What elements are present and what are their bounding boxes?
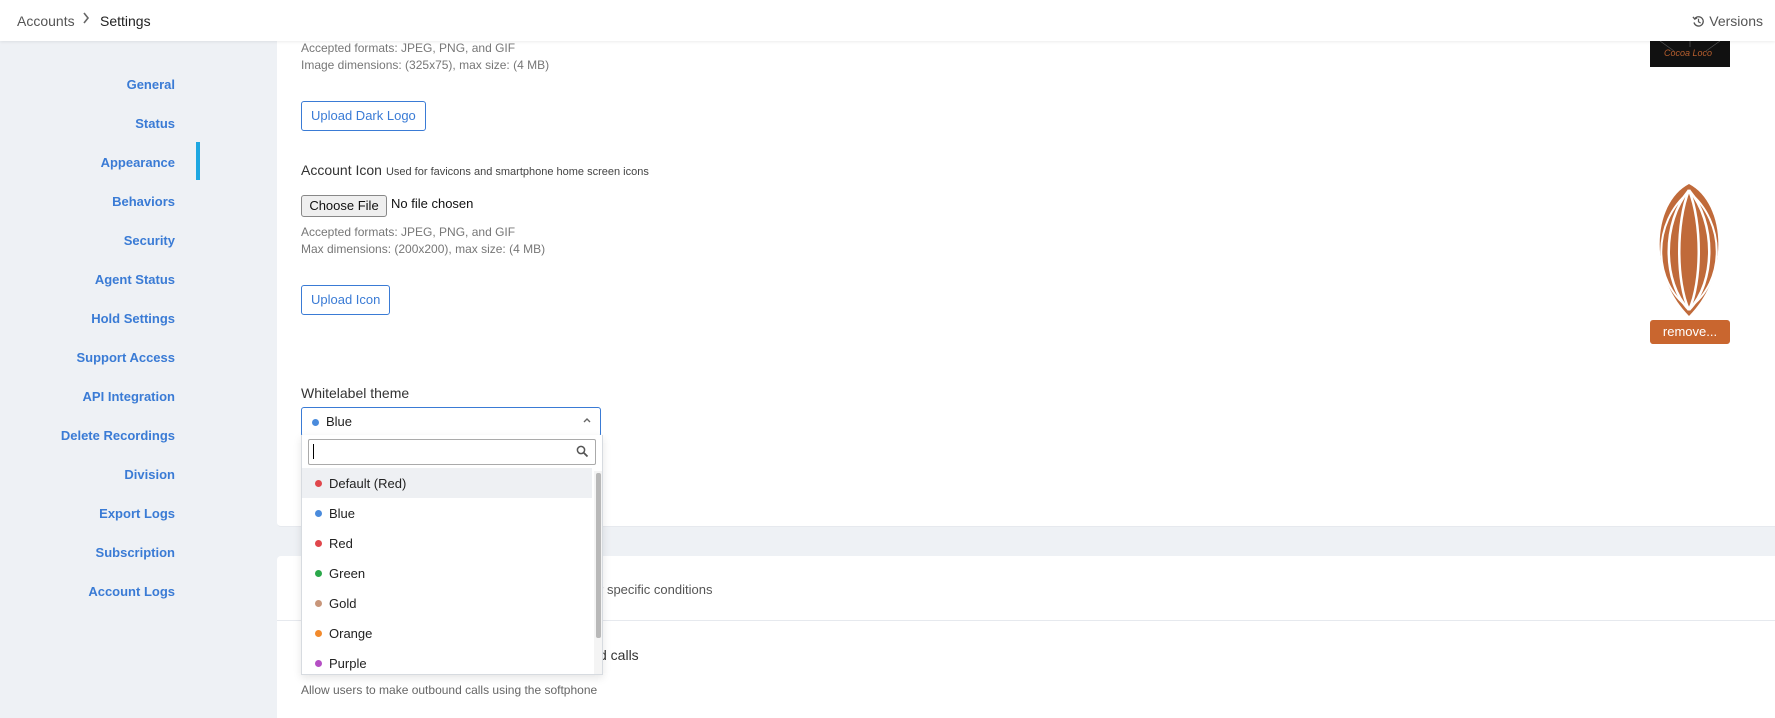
top-bar: Accounts Settings Versions bbox=[0, 0, 1775, 41]
versions-link[interactable]: Versions bbox=[1692, 13, 1763, 29]
search-icon bbox=[576, 445, 589, 463]
icon-dimensions: Max dimensions: (200x200), max size: (4 … bbox=[301, 242, 546, 256]
theme-option-gold[interactable]: Gold bbox=[302, 588, 592, 618]
sidebar-item-security[interactable]: Security bbox=[124, 233, 175, 248]
sidebar-item-support-access[interactable]: Support Access bbox=[77, 350, 176, 365]
breadcrumb-settings: Settings bbox=[100, 13, 151, 29]
active-indicator bbox=[196, 142, 200, 180]
sidebar-item-hold-settings[interactable]: Hold Settings bbox=[91, 311, 175, 326]
cocoa-pod-icon bbox=[1659, 184, 1719, 316]
option-label: Gold bbox=[329, 596, 357, 611]
orange-dot bbox=[315, 630, 322, 637]
dark-logo-formats: Accepted formats: JPEG, PNG, and GIF bbox=[301, 41, 516, 55]
upload-icon-button[interactable]: Upload Icon bbox=[301, 285, 391, 315]
dark-logo-text: Cocoa Loco bbox=[1664, 48, 1713, 58]
whitelabel-theme-select[interactable]: Blue bbox=[301, 407, 601, 437]
theme-dropdown: Default (Red) Blue Red Green Gold Orange… bbox=[301, 435, 603, 675]
option-label: Green bbox=[329, 566, 366, 581]
red-dot bbox=[315, 540, 322, 547]
outbound-calls-description: Allow users to make outbound calls using… bbox=[301, 683, 598, 697]
whitelabel-theme-label: Whitelabel theme bbox=[301, 385, 410, 401]
theme-option-default-red[interactable]: Default (Red) bbox=[302, 468, 592, 498]
breadcrumb-chevron-icon bbox=[82, 12, 90, 27]
sidebar-item-division[interactable]: Division bbox=[124, 467, 175, 482]
selected-theme-value: Blue bbox=[326, 414, 353, 429]
theme-option-red[interactable]: Red bbox=[302, 528, 592, 558]
settings-sidebar: General Status Appearance Behaviors Secu… bbox=[0, 41, 200, 718]
choose-file-button[interactable]: Choose File bbox=[301, 195, 387, 217]
selected-color-dot bbox=[312, 419, 319, 426]
sidebar-item-api-integration[interactable]: API Integration bbox=[83, 389, 175, 404]
sidebar-item-behaviors[interactable]: Behaviors bbox=[112, 194, 175, 209]
blue-dot bbox=[315, 510, 322, 517]
theme-option-blue[interactable]: Blue bbox=[302, 498, 592, 528]
versions-label: Versions bbox=[1709, 13, 1763, 29]
breadcrumb-accounts[interactable]: Accounts bbox=[17, 13, 75, 29]
sidebar-item-appearance[interactable]: Appearance bbox=[101, 155, 175, 170]
outbound-calls-label: d calls bbox=[599, 647, 639, 663]
option-label: Default (Red) bbox=[329, 476, 407, 491]
account-icon-heading: Account Icon Used for favicons and smartp… bbox=[301, 162, 649, 178]
option-label: Blue bbox=[329, 506, 356, 521]
sidebar-item-agent-status[interactable]: Agent Status bbox=[95, 272, 175, 287]
sidebar-item-account-logs[interactable]: Account Logs bbox=[88, 584, 175, 599]
sidebar-item-general[interactable]: General bbox=[127, 77, 175, 92]
dark-logo-preview: Cocoa Loco bbox=[1650, 41, 1730, 67]
dark-logo-dimensions: Image dimensions: (325x75), max size: (4… bbox=[301, 58, 550, 72]
sidebar-item-delete-recordings[interactable]: Delete Recordings bbox=[61, 428, 175, 443]
theme-search-input[interactable] bbox=[308, 439, 596, 465]
option-label: Purple bbox=[329, 656, 367, 671]
account-icon-hint: Used for favicons and smartphone home sc… bbox=[385, 166, 649, 178]
red-dot bbox=[315, 480, 322, 487]
option-label: Orange bbox=[329, 626, 373, 641]
theme-option-orange[interactable]: Orange bbox=[302, 618, 592, 648]
theme-option-green[interactable]: Green bbox=[302, 558, 592, 588]
text-caret bbox=[313, 444, 314, 459]
icon-formats: Accepted formats: JPEG, PNG, and GIF bbox=[301, 225, 516, 239]
option-label: Red bbox=[329, 536, 353, 551]
gold-dot bbox=[315, 600, 322, 607]
dropdown-scrollbar-thumb[interactable] bbox=[596, 473, 601, 638]
account-icon-label: Account Icon bbox=[301, 162, 382, 178]
remove-icon-button[interactable]: remove... bbox=[1650, 320, 1730, 344]
upload-dark-logo-button[interactable]: Upload Dark Logo bbox=[301, 101, 426, 131]
chevron-up-icon bbox=[582, 415, 592, 428]
history-icon bbox=[1692, 15, 1705, 27]
sidebar-item-subscription[interactable]: Subscription bbox=[96, 545, 175, 560]
file-status: No file chosen bbox=[391, 196, 474, 211]
purple-dot bbox=[315, 660, 322, 667]
behavior-condition-text: r specific conditions bbox=[599, 582, 713, 597]
green-dot bbox=[315, 570, 322, 577]
sidebar-item-export-logs[interactable]: Export Logs bbox=[99, 506, 175, 521]
theme-option-purple[interactable]: Purple bbox=[302, 648, 592, 674]
sidebar-item-status[interactable]: Status bbox=[135, 116, 175, 131]
